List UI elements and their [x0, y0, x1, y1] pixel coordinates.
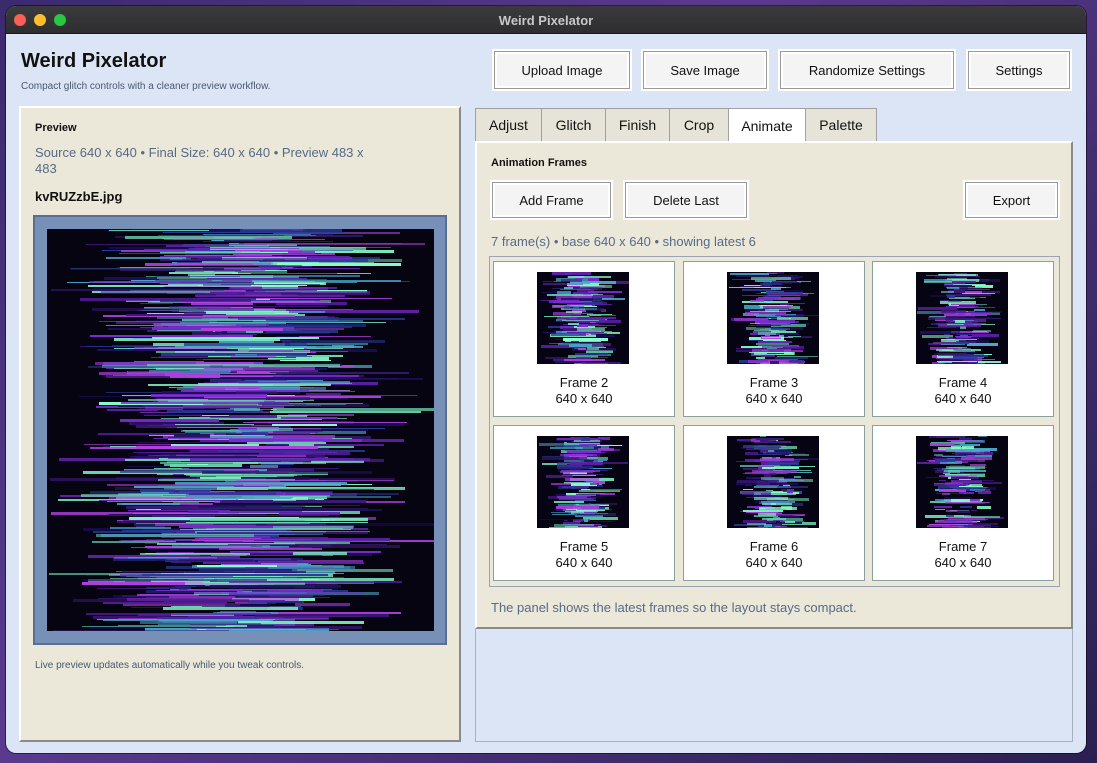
- app-subtitle: Compact glitch controls with a cleaner p…: [21, 81, 271, 92]
- tab-crop[interactable]: Crop: [669, 108, 729, 141]
- export-button[interactable]: Export: [965, 182, 1058, 218]
- settings-button[interactable]: Settings: [968, 51, 1070, 89]
- frame-size: 640 x 640: [555, 391, 613, 406]
- frame-name: Frame 2: [559, 375, 609, 390]
- tab-glitch[interactable]: Glitch: [541, 108, 606, 141]
- preview-panel: Preview Source 640 x 640 • Final Size: 6…: [19, 106, 461, 742]
- randomize-settings-button[interactable]: Randomize Settings: [780, 51, 954, 89]
- frame-card[interactable]: Frame 2 640 x 640: [493, 261, 675, 417]
- frame-card[interactable]: Frame 7 640 x 640: [872, 425, 1054, 581]
- panel-empty-area: [475, 629, 1073, 742]
- frame-card[interactable]: Frame 6 640 x 640: [683, 425, 865, 581]
- preview-canvas-frame: [33, 215, 447, 645]
- tab-animate[interactable]: Animate: [728, 108, 806, 143]
- frame-thumbnail: [537, 272, 629, 364]
- frame-name: Frame 6: [749, 539, 799, 554]
- save-image-button[interactable]: Save Image: [643, 51, 767, 89]
- frame-card[interactable]: Frame 4 640 x 640: [872, 261, 1054, 417]
- preview-note: Live preview updates automatically while…: [35, 660, 305, 671]
- frame-thumbnail: [537, 436, 629, 528]
- animate-note: The panel shows the latest frames so the…: [491, 600, 857, 615]
- preview-filename: kvRUZzbE.jpg: [35, 189, 123, 204]
- animate-panel: Animation Frames Add Frame Delete Last E…: [475, 141, 1073, 629]
- frame-name: Frame 3: [749, 375, 799, 390]
- frame-card[interactable]: Frame 3 640 x 640: [683, 261, 865, 417]
- frames-status: 7 frame(s) • base 640 x 640 • showing la…: [491, 234, 756, 249]
- frame-name: Frame 7: [938, 539, 988, 554]
- frame-name: Frame 5: [559, 539, 609, 554]
- tab-adjust[interactable]: Adjust: [475, 108, 542, 141]
- tab-finish[interactable]: Finish: [605, 108, 670, 141]
- app-window: Weird Pixelator Weird Pixelator Compact …: [6, 6, 1086, 753]
- animation-frames-heading: Animation Frames: [491, 157, 587, 169]
- frame-thumbnail: [727, 436, 819, 528]
- frame-size: 640 x 640: [934, 555, 992, 570]
- tab-palette[interactable]: Palette: [805, 108, 877, 141]
- app-title: Weird Pixelator: [21, 50, 167, 72]
- add-frame-button[interactable]: Add Frame: [492, 182, 611, 218]
- frame-size: 640 x 640: [934, 391, 992, 406]
- frame-size: 640 x 640: [745, 391, 803, 406]
- frames-grid: Frame 2 640 x 640 Frame 3 640 x 640 Fram…: [489, 256, 1060, 587]
- preview-image: [47, 229, 434, 631]
- upload-image-button[interactable]: Upload Image: [494, 51, 630, 89]
- frame-thumbnail: [916, 272, 1008, 364]
- frame-thumbnail: [727, 272, 819, 364]
- delete-last-button[interactable]: Delete Last: [625, 182, 747, 218]
- preview-heading: Preview: [35, 122, 77, 134]
- frame-card[interactable]: Frame 5 640 x 640: [493, 425, 675, 581]
- frame-name: Frame 4: [938, 375, 988, 390]
- title-bar: Weird Pixelator: [6, 6, 1086, 34]
- preview-info: Source 640 x 640 • Final Size: 640 x 640…: [35, 145, 364, 176]
- frame-thumbnail: [916, 436, 1008, 528]
- frame-size: 640 x 640: [745, 555, 803, 570]
- window-title: Weird Pixelator: [498, 13, 594, 28]
- frame-size: 640 x 640: [555, 555, 613, 570]
